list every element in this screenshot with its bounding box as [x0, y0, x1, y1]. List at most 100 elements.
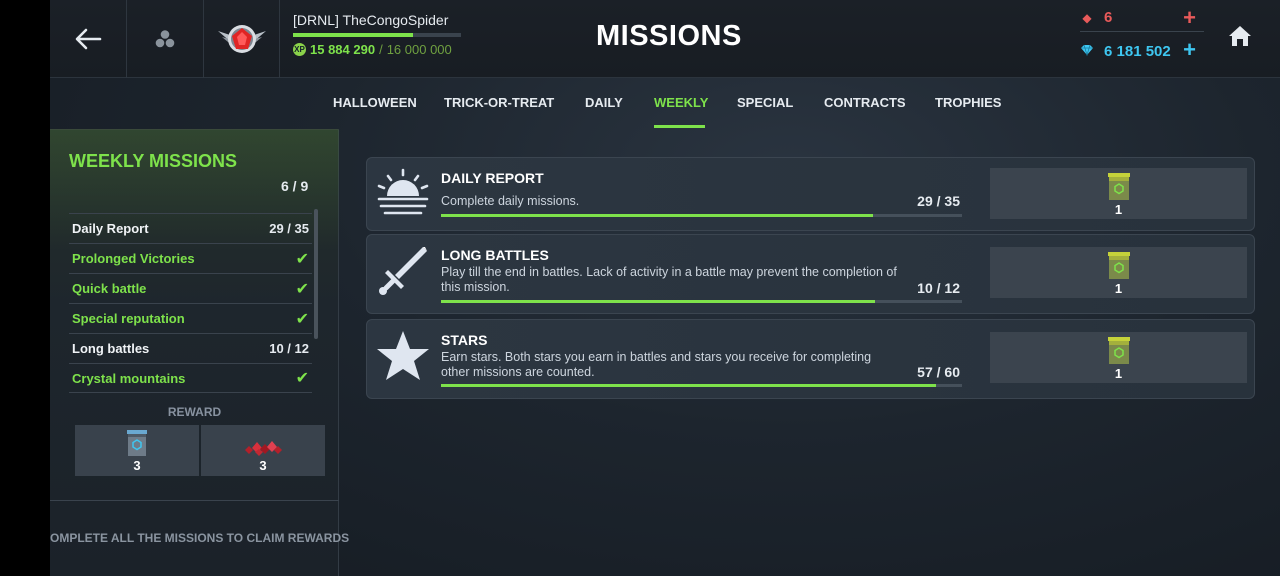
mission-card[interactable]: LONG BATTLES Play till the end in battle… — [366, 234, 1255, 314]
page-title: MISSIONS — [596, 20, 742, 52]
mission-title: STARS — [441, 332, 488, 348]
list-item-name: Long battles — [72, 341, 150, 356]
clan-button[interactable] — [127, 0, 204, 78]
mission-card[interactable]: STARS Earn stars. Both stars you earn in… — [366, 319, 1255, 399]
xp-icon: XP — [293, 43, 306, 56]
weekly-missions-title: WEEKLY MISSIONS — [69, 151, 238, 171]
container-icon — [127, 430, 147, 456]
list-item: Crystal mountains ✔ — [69, 363, 312, 393]
mission-progress-bar — [441, 384, 962, 387]
ruby-icon: ◆ — [1082, 10, 1092, 25]
star-icon — [377, 331, 429, 380]
mission-title: DAILY REPORT — [441, 170, 544, 186]
tab-trick-or-treat[interactable]: TRICK-OR-TREAT — [444, 95, 554, 110]
tab-contracts[interactable]: CONTRACTS — [824, 95, 906, 110]
tab-daily[interactable]: DAILY — [585, 95, 623, 110]
back-arrow-icon — [75, 28, 102, 50]
xp-current: 15 884 290 — [310, 42, 376, 57]
reward-item[interactable]: 3 — [201, 425, 325, 476]
container-icon — [1107, 252, 1130, 279]
ruby-balance: ◆ 6 + — [1080, 5, 1204, 32]
gem-balance: 6 181 502 + — [1080, 37, 1204, 64]
home-button[interactable] — [1227, 24, 1255, 52]
checkmark-icon: ✔ — [295, 310, 309, 328]
weekly-mission-list[interactable]: Daily Report 29 / 35 Prolonged Victories… — [69, 213, 312, 393]
tab-special[interactable]: SPECIAL — [737, 95, 793, 110]
top-bar: [DRNL] TheCongoSpider XP 15 884 290 / 16… — [50, 0, 1280, 78]
rank-emblem-icon — [217, 25, 266, 53]
ruby-amount: 6 — [1104, 9, 1113, 26]
list-item-name: Prolonged Victories — [72, 251, 195, 266]
container-icon — [1107, 173, 1130, 200]
rank-badge[interactable] — [204, 0, 280, 78]
divider — [50, 500, 339, 501]
clan-icon — [155, 30, 175, 48]
mission-tabs: HALLOWEEN TRICK-OR-TREAT DAILY WEEKLY SP… — [50, 79, 1280, 129]
checkmark-icon: ✔ — [295, 280, 309, 298]
list-item-name: Quick battle — [72, 281, 147, 296]
mission-progress-bar — [441, 214, 962, 217]
mission-progress-fill — [441, 384, 936, 387]
mission-progress-fill — [441, 300, 875, 303]
reward-quantity: 1 — [1114, 366, 1123, 381]
active-tab-indicator — [654, 125, 705, 128]
mission-title: LONG BATTLES — [441, 247, 549, 263]
xp-readout: XP 15 884 290 / 16 000 000 — [293, 42, 483, 57]
mission-reward[interactable]: 1 — [990, 168, 1247, 219]
container-icon — [1107, 337, 1130, 364]
reward-quantity: 3 — [259, 458, 267, 473]
list-item: Quick battle ✔ — [69, 273, 312, 303]
list-item: Prolonged Victories ✔ — [69, 243, 312, 273]
currency-panel: ◆ 6 + 6 181 502 + — [1080, 5, 1204, 64]
claim-rewards-hint: OMPLETE ALL THE MISSIONS TO CLAIM REWARD… — [50, 531, 350, 545]
checkmark-icon: ✔ — [295, 370, 309, 387]
list-item: Daily Report 29 / 35 — [69, 213, 312, 243]
list-item-name: Crystal mountains — [72, 370, 186, 386]
reward-item[interactable]: 3 — [75, 425, 199, 476]
tab-halloween[interactable]: HALLOWEEN — [333, 95, 417, 110]
screen: [DRNL] TheCongoSpider XP 15 884 290 / 16… — [0, 0, 1280, 576]
missions-screen: [DRNL] TheCongoSpider XP 15 884 290 / 16… — [50, 0, 1280, 576]
mission-progress-text: 10 / 12 — [917, 280, 960, 296]
tab-trophies[interactable]: TROPHIES — [935, 95, 1001, 110]
xp-progress-fill — [293, 33, 414, 37]
gem-icon — [1080, 44, 1094, 59]
mission-description: Earn stars. Both stars you earn in battl… — [441, 350, 872, 379]
sunrise-icon — [377, 168, 429, 215]
mission-progress-text: 29 / 35 — [917, 193, 960, 209]
home-icon — [1229, 26, 1251, 46]
mission-list-scrollbar[interactable] — [314, 209, 318, 339]
add-gems-button[interactable]: + — [1183, 37, 1196, 63]
list-item-progress: 10 / 12 — [269, 341, 309, 356]
tab-weekly[interactable]: WEEKLY — [654, 95, 708, 110]
mission-reward[interactable]: 1 — [990, 332, 1247, 383]
reward-label: REWARD — [167, 405, 222, 419]
checkmark-icon: ✔ — [295, 250, 309, 268]
mission-reward[interactable]: 1 — [990, 247, 1247, 298]
gem-amount: 6 181 502 — [1104, 42, 1171, 60]
list-item: Special reputation ✔ — [69, 303, 312, 333]
mission-description: Complete daily missions. — [441, 194, 580, 208]
mission-progress-text: 57 / 60 — [917, 364, 960, 380]
list-item-name: Daily Report — [72, 221, 149, 236]
reward-quantity: 1 — [1114, 281, 1123, 296]
list-item: Long battles 10 / 12 — [69, 333, 312, 363]
add-rubies-button[interactable]: + — [1183, 5, 1196, 31]
weekly-summary-panel: WEEKLY MISSIONS 6 / 9 Daily Report 29 / … — [50, 129, 349, 576]
sword-icon — [379, 247, 427, 295]
list-item-progress: 29 / 35 — [269, 221, 309, 236]
xp-separator: / — [379, 42, 383, 57]
ruby-pile-icon — [245, 441, 282, 456]
back-button[interactable] — [50, 0, 127, 78]
reward-quantity: 3 — [133, 458, 141, 473]
xp-max: 16 000 000 — [386, 42, 452, 57]
weekly-missions-count: 6 / 9 — [281, 178, 309, 194]
list-item-name: Special reputation — [72, 311, 185, 326]
player-name: [DRNL] TheCongoSpider — [293, 12, 449, 28]
mission-progress-bar — [441, 300, 962, 303]
reward-quantity: 1 — [1114, 202, 1123, 217]
player-info: [DRNL] TheCongoSpider XP 15 884 290 / 16… — [293, 12, 483, 57]
mission-progress-fill — [441, 214, 873, 217]
mission-card[interactable]: DAILY REPORT Complete daily missions. 29… — [366, 157, 1255, 231]
xp-progress-bar — [293, 33, 461, 37]
